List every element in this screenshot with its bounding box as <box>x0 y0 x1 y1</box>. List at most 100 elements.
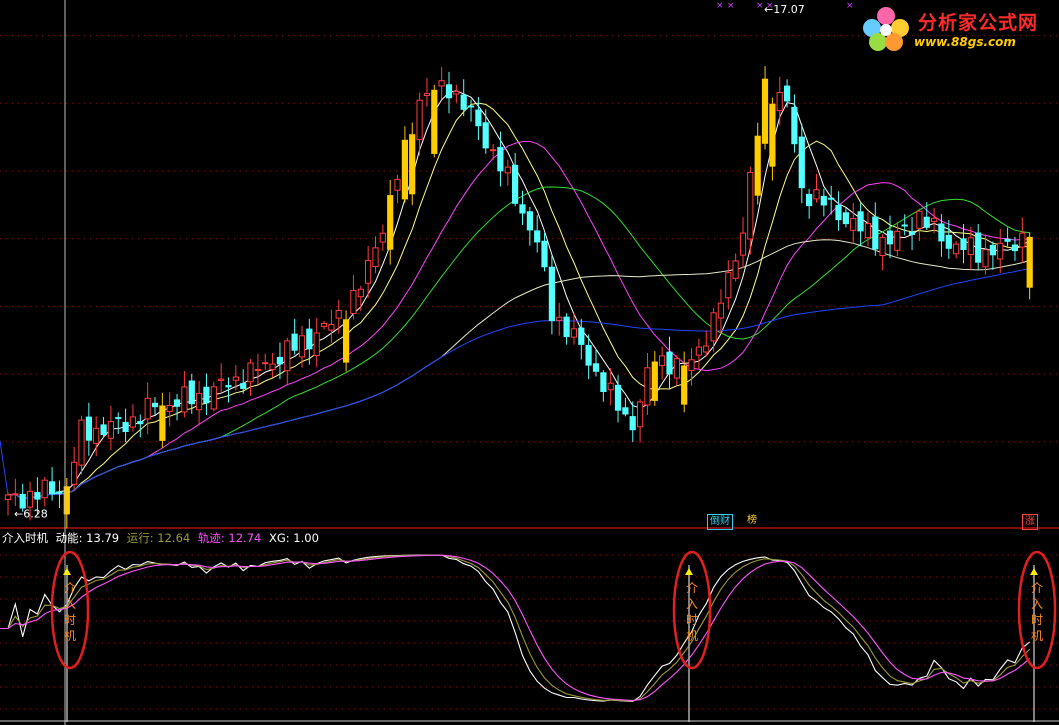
candle-body <box>225 385 232 388</box>
candle-body <box>710 312 717 342</box>
candle-body <box>997 242 1004 260</box>
candle-body <box>695 346 702 356</box>
candle-body <box>673 358 680 379</box>
candle-body <box>717 302 724 319</box>
candle-body <box>622 407 629 415</box>
candle-body <box>982 249 989 268</box>
candle-body <box>335 310 342 319</box>
indicator-value-xg: XG: 1.00 <box>268 531 319 545</box>
candle-body <box>387 195 394 250</box>
candle-body <box>93 427 100 444</box>
candle-body <box>519 204 526 214</box>
top-marker-icon: × <box>727 1 735 11</box>
logo-url: www.88gs.com <box>914 35 1016 49</box>
candle-body <box>828 197 835 200</box>
candle-body <box>254 369 262 371</box>
candle-body <box>284 340 291 372</box>
candle-body <box>607 382 614 391</box>
top-marker-icon: × <box>766 1 774 11</box>
candle-body <box>490 149 497 152</box>
candle-body <box>26 490 34 508</box>
low-price-label: ←6.28 <box>14 507 48 520</box>
candle-body <box>1004 238 1011 242</box>
candle-body <box>938 223 945 242</box>
kline-chart[interactable]: ←6.28←17.07× × × × × <box>0 0 1059 725</box>
candle-body <box>754 135 761 196</box>
candle-body <box>482 122 489 149</box>
candle-body <box>1011 244 1018 252</box>
candle-body <box>791 106 798 145</box>
candle-body <box>681 365 688 405</box>
candle-body <box>218 378 225 381</box>
candle-body <box>864 223 871 239</box>
candle-body <box>379 232 386 243</box>
yunxing-line <box>0 554 1031 702</box>
candle-body <box>166 405 173 412</box>
candle-body <box>534 230 541 243</box>
candle-body <box>761 78 769 144</box>
indicator-name: 介入时机 <box>2 531 48 545</box>
candle-body <box>306 328 313 350</box>
candle-body <box>666 351 673 375</box>
badge-bang: 榜 <box>747 515 757 526</box>
candle-body <box>320 323 328 327</box>
candle-body <box>857 211 864 232</box>
ma60-line <box>7 239 1030 500</box>
candle-body <box>173 399 181 407</box>
signal-triangle-icon <box>1030 568 1038 575</box>
candle-body <box>276 356 283 365</box>
candle-body <box>872 216 879 250</box>
candle-body <box>129 416 137 428</box>
candle-body <box>357 288 364 298</box>
candle-body <box>953 243 960 255</box>
indicator-value-yunxing: 运行: 12.64 <box>126 531 191 545</box>
candle-body <box>49 481 56 495</box>
candle-body <box>835 205 842 221</box>
badge-zhang: 涨 <box>1022 514 1038 530</box>
candle-body <box>541 240 548 268</box>
candle-body <box>592 363 600 372</box>
candle-body <box>769 103 776 167</box>
candle-body <box>931 217 938 222</box>
candle-body <box>122 421 129 432</box>
candle-body <box>460 94 467 110</box>
candle-body <box>644 367 651 406</box>
candle-body <box>438 80 445 87</box>
candle-body <box>350 290 357 314</box>
candle-body <box>343 319 350 363</box>
top-marker-icon: × <box>756 1 764 11</box>
candle-body <box>159 405 166 441</box>
candle-body <box>725 272 732 299</box>
candle-body <box>659 355 666 367</box>
candle-body <box>747 172 754 240</box>
candle-body <box>923 216 930 228</box>
candle-body <box>144 397 151 420</box>
candle-body <box>409 134 416 195</box>
ma20-line <box>7 140 1030 500</box>
candle-body <box>688 359 695 371</box>
candle-body <box>894 230 901 251</box>
indicator-bar: 介入时机 动能: 13.79 运行: 12.64 轨迹: 12.74 XG: 1… <box>2 530 323 546</box>
candle-body <box>637 401 644 428</box>
candle-body <box>34 492 41 500</box>
candle-body <box>56 491 63 494</box>
candle-body <box>453 90 460 95</box>
candle-body <box>578 327 585 345</box>
candle-body <box>291 333 298 351</box>
candle-body <box>614 384 622 411</box>
candle-body <box>431 89 438 154</box>
signal-label-1: 介入时机 <box>63 581 76 643</box>
candle-body <box>19 493 26 509</box>
badge-daocai: 倒财 <box>707 514 733 530</box>
signal-label-3: 介入时机 <box>1030 581 1043 643</box>
candle-body <box>328 324 335 331</box>
candle-body <box>548 266 555 322</box>
candle-body <box>12 493 19 496</box>
signal-triangle-icon <box>685 568 693 575</box>
candle-body <box>210 386 217 410</box>
candle-body <box>820 195 827 206</box>
candle-body <box>813 189 820 200</box>
candle-body <box>4 494 12 500</box>
candle-body <box>372 247 379 268</box>
candle-body <box>739 232 747 256</box>
